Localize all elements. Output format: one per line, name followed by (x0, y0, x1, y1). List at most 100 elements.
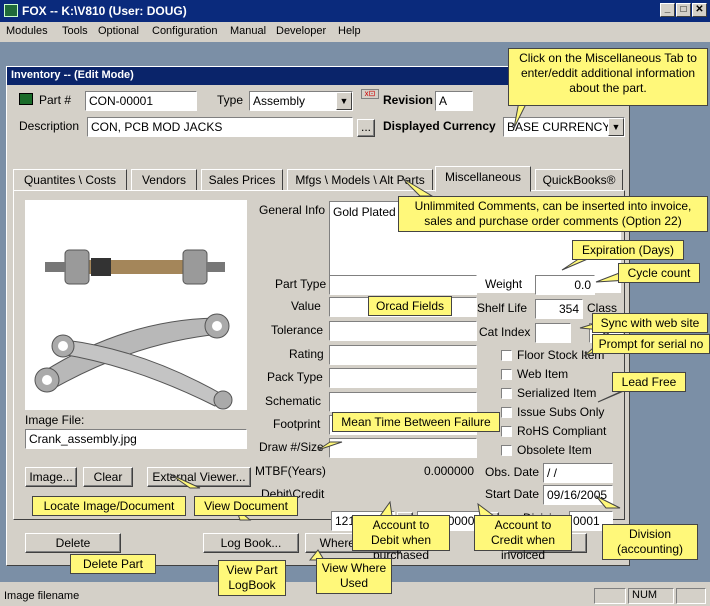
menu-configuration[interactable]: Configuration (152, 25, 217, 37)
general-info-value: Gold Plated (333, 205, 396, 219)
cat-index-label: Cat Index (479, 325, 531, 339)
menu-help[interactable]: Help (338, 25, 361, 37)
tolerance-field[interactable] (329, 321, 477, 341)
menu-manual[interactable]: Manual (230, 25, 266, 37)
status-panel (594, 588, 626, 604)
rohs-checkbox[interactable] (501, 426, 512, 437)
minimize-button[interactable]: _ (660, 3, 675, 17)
menu-bar: Modules Tools Optional Configuration Man… (0, 22, 710, 42)
draw-size-field[interactable] (329, 438, 477, 458)
clear-icon[interactable]: x⊡ (361, 89, 379, 99)
part-type-field[interactable] (329, 275, 477, 295)
chevron-down-icon[interactable]: ▼ (608, 118, 624, 136)
floor-stock-checkbox[interactable] (501, 350, 512, 361)
log-book-button[interactable]: Log Book... (203, 533, 299, 553)
tab-quickbooks[interactable]: QuickBooks® (535, 169, 623, 191)
description-field[interactable]: CON, PCB MOD JACKS (87, 117, 353, 137)
obs-date-field[interactable]: / / (543, 463, 613, 483)
web-item-label: Web Item (517, 367, 569, 381)
status-panel (676, 588, 706, 604)
menu-tools[interactable]: Tools (62, 25, 88, 37)
tolerance-label: Tolerance (271, 323, 324, 337)
status-text: Image filename (4, 590, 80, 602)
image-file-label: Image File: (25, 413, 85, 427)
schematic-field[interactable] (329, 392, 477, 412)
callout-view-document: View Document (194, 496, 298, 516)
tab-miscellaneous[interactable]: Miscellaneous (435, 166, 531, 192)
start-date-label: Start Date (485, 487, 540, 501)
mtbf-value: 0.000000 (423, 464, 474, 478)
part-label: Part # (39, 93, 72, 107)
web-item-checkbox[interactable] (501, 369, 512, 380)
currency-label: Displayed Currency (383, 119, 496, 133)
value-label: Value (291, 299, 321, 313)
clear-button[interactable]: Clear (83, 467, 133, 487)
callout-credit: Account to Credit when invoiced (474, 515, 572, 562)
revision-label: Revision (383, 93, 434, 107)
tab-quantities[interactable]: Quantites \ Costs (13, 169, 127, 191)
revision-field[interactable]: A (435, 91, 473, 111)
cat-index-field[interactable] (535, 323, 571, 343)
general-info-label: General Info (259, 203, 326, 217)
issue-subs-checkbox[interactable] (501, 407, 512, 418)
callout-delete-part: Delete Part (70, 554, 156, 574)
currency-select[interactable]: BASE CURRENCY ▼ (503, 117, 625, 137)
delete-button[interactable]: Delete (25, 533, 121, 553)
rating-label: Rating (289, 347, 324, 361)
start-date-field[interactable]: 09/16/2005 (543, 485, 613, 505)
inventory-window: Inventory -- (Edit Mode) Part # CON-0000… (6, 66, 631, 566)
num-lock-indicator: NUM (628, 588, 674, 604)
callout-logbook: View Part LogBook (218, 560, 286, 596)
obsolete-label: Obsolete Item (517, 443, 592, 457)
menu-developer[interactable]: Developer (276, 25, 326, 37)
obs-date-label: Obs. Date (485, 465, 540, 479)
shelf-life-label: Shelf Life (477, 301, 528, 315)
callout-locate-image: Locate Image/Document (32, 496, 186, 516)
currency-value: BASE CURRENCY (507, 120, 611, 134)
pack-type-label: Pack Type (267, 370, 323, 384)
maximize-button[interactable]: □ (676, 3, 691, 17)
description-more-button[interactable]: ... (357, 119, 375, 137)
callout-division: Division (accounting) (602, 524, 698, 560)
image-button[interactable]: Image... (25, 467, 77, 487)
callout-debit: Account to Debit when purchased (352, 515, 450, 562)
chevron-down-icon[interactable]: ▼ (336, 92, 352, 110)
callout-mtbf: Mean Time Between Failure (332, 412, 500, 432)
image-file-field[interactable]: Crank_assembly.jpg (25, 429, 247, 449)
rating-field[interactable] (329, 345, 477, 365)
serialized-checkbox[interactable] (501, 388, 512, 399)
title-bar: FOX -- K:\V810 (User: DOUG) _ □ ✕ (0, 0, 710, 22)
pack-type-field[interactable] (329, 368, 477, 388)
callout-comments: Unlimmited Comments, can be inserted int… (398, 196, 708, 232)
part-number-field[interactable]: CON-00001 (85, 91, 197, 111)
mtbf-label: MTBF(Years) (255, 464, 326, 478)
tab-sales-prices[interactable]: Sales Prices (201, 169, 283, 191)
callout-where-used: View Where Used (316, 558, 392, 594)
tab-vendors[interactable]: Vendors (131, 169, 197, 191)
close-button[interactable]: ✕ (692, 3, 707, 17)
crank-assembly-image (34, 249, 233, 410)
part-image (25, 200, 247, 410)
callout-lead-free: Lead Free (612, 372, 686, 392)
shelf-life-field[interactable]: 354 (535, 299, 583, 319)
weight-field[interactable]: 0.0 (535, 275, 595, 295)
menu-modules[interactable]: Modules (6, 25, 48, 37)
part-icon (19, 93, 33, 105)
type-select[interactable]: Assembly ▼ (249, 91, 353, 111)
type-value: Assembly (253, 94, 306, 108)
tab-mfgs[interactable]: Mfgs \ Models \ Alt Parts (287, 169, 433, 191)
weight-label: Weight (485, 277, 523, 291)
window-title: FOX -- K:\V810 (User: DOUG) (22, 4, 187, 18)
schematic-label: Schematic (265, 394, 322, 408)
obsolete-checkbox[interactable] (501, 445, 512, 456)
part-type-label: Part Type (275, 277, 327, 291)
callout-misc-tab: Click on the Miscellaneous Tab to enter/… (508, 48, 708, 106)
external-viewer-button[interactable]: External Viewer... (147, 467, 251, 487)
draw-size-label: Draw #/Size (259, 440, 324, 454)
rohs-label: RoHS Compliant (517, 424, 607, 438)
callout-expiration: Expiration (Days) (572, 240, 684, 260)
callout-serial: Prompt for serial no (592, 334, 710, 354)
callout-cycle-count: Cycle count (618, 263, 700, 283)
app-icon (4, 4, 18, 17)
menu-optional[interactable]: Optional (98, 25, 139, 37)
